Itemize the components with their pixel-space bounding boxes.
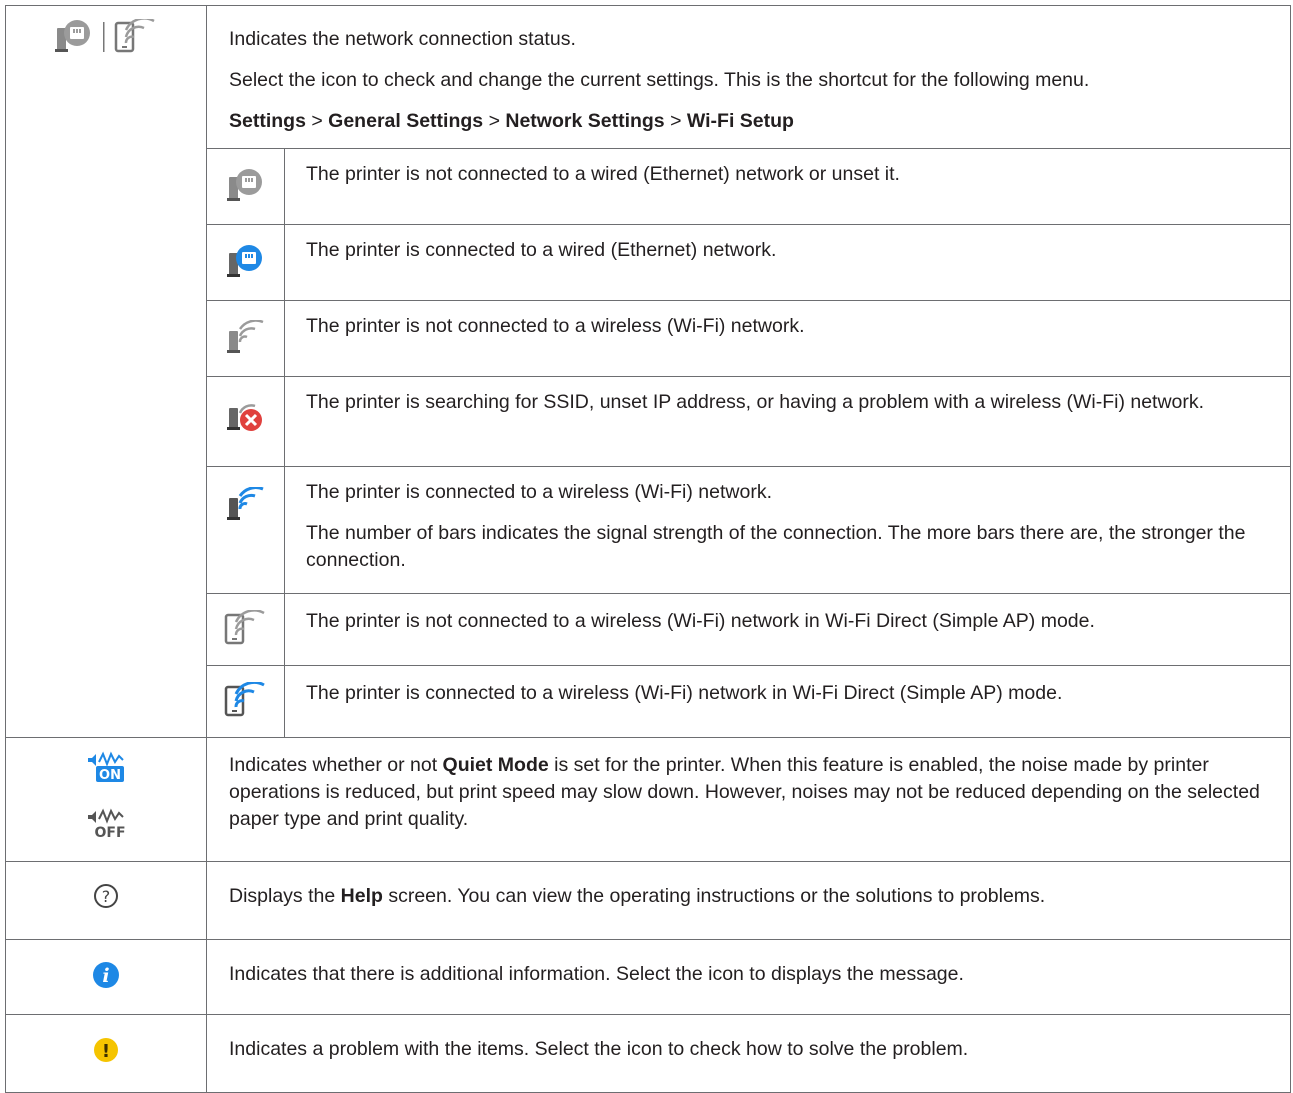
ethernet-connected-icon	[226, 245, 262, 277]
help-text: Displays the Help screen. You can view t…	[229, 884, 1046, 907]
help-term: Help	[340, 884, 383, 907]
signal-strength-note: The number of bars indicates the signal …	[306, 522, 1246, 571]
menu-path-wifi-setup: Wi-Fi Setup	[686, 110, 794, 132]
quiet-mode-row: ON OFF Indicates whether or not Quiet Mo…	[5, 736, 1291, 862]
wifi-direct-disconnected-icon	[224, 609, 265, 645]
network-state-text: The printer is not connected to a wirele…	[306, 610, 1095, 632]
network-state-text: The printer is connected to a wireless (…	[306, 682, 1063, 704]
warning-glyph: !	[102, 1041, 110, 1062]
icon-reference-table: Indicates the network connection status.…	[5, 5, 1291, 1093]
network-state-row: The printer is connected to a wireless (…	[207, 665, 1290, 737]
network-states-table: The printer is not connected to a wired …	[207, 148, 1290, 737]
network-icon-cell	[5, 5, 207, 738]
info-description-cell: Indicates that there is additional infor…	[206, 938, 1291, 1015]
help-description-cell: Displays the Help screen. You can view t…	[206, 860, 1291, 940]
quiet-mode-description-cell: Indicates whether or not Quiet Mode is s…	[206, 736, 1291, 862]
network-state-text: The printer is not connected to a wirele…	[306, 315, 805, 337]
wifi-direct-connected-icon	[224, 680, 265, 717]
quiet-on-label: ON	[99, 768, 121, 783]
warning-text: Indicates a problem with the items. Sele…	[229, 1037, 969, 1060]
network-state-row: The printer is connected to a wired (Eth…	[207, 224, 1290, 301]
quiet-mode-icon-cell: ON OFF	[5, 736, 207, 862]
help-icon: ?	[94, 883, 118, 908]
quiet-mode-on-icon: ON	[88, 751, 124, 783]
info-text: Indicates that there is additional infor…	[229, 962, 964, 985]
wifi-error-icon	[226, 404, 262, 431]
menu-path-general-settings: General Settings	[328, 110, 484, 132]
network-state-text: The printer is connected to a wireless (…	[306, 481, 772, 503]
quiet-mode-off-icon: OFF	[88, 808, 126, 841]
warning-icon: !	[94, 1037, 118, 1062]
network-state-text: The printer is connected to a wired (Eth…	[306, 239, 777, 261]
help-row: ? Displays the Help screen. You can view…	[5, 860, 1291, 940]
network-state-row: The printer is searching for SSID, unset…	[207, 376, 1290, 467]
ethernet-disconnected-icon	[55, 20, 90, 52]
help-icon-cell: ?	[5, 860, 207, 940]
network-state-row: The printer is not connected to a wirele…	[207, 593, 1290, 666]
wifi-connected-icon	[226, 486, 264, 520]
wifi-direct-disconnected-icon	[114, 19, 155, 53]
info-glyph: i	[102, 965, 109, 987]
menu-path-network-settings: Network Settings	[505, 110, 665, 132]
quiet-mode-term: Quiet Mode	[442, 753, 549, 776]
network-state-row: The printer is not connected to a wirele…	[207, 300, 1290, 377]
info-icon: i	[93, 961, 119, 988]
network-menu-path: Settings > General Settings > Network Se…	[229, 110, 794, 132]
ethernet-disconnected-icon	[226, 169, 262, 201]
menu-path-settings: Settings	[229, 110, 306, 132]
separator-icon	[103, 22, 105, 52]
wifi-disconnected-icon	[226, 319, 263, 353]
info-row: i Indicates that there is additional inf…	[5, 938, 1291, 1015]
network-shortcut-line: Select the icon to check and change the …	[229, 69, 1090, 91]
info-icon-cell: i	[5, 938, 207, 1015]
network-state-row: The printer is not connected to a wired …	[207, 148, 1290, 225]
quiet-mode-text: Indicates whether or not Quiet Mode is s…	[229, 753, 1260, 830]
warning-icon-cell: !	[5, 1013, 207, 1093]
network-state-row: The printer is connected to a wireless (…	[207, 466, 1290, 594]
warning-row: ! Indicates a problem with the items. Se…	[5, 1013, 1291, 1093]
network-description-cell: Indicates the network connection status.…	[206, 5, 1291, 738]
quiet-off-label: OFF	[94, 825, 125, 840]
warning-description-cell: Indicates a problem with the items. Sele…	[206, 1013, 1291, 1093]
network-status-line: Indicates the network connection status.	[229, 28, 576, 50]
network-state-text: The printer is not connected to a wired …	[306, 163, 900, 185]
network-status-row: Indicates the network connection status.…	[5, 5, 1291, 738]
help-glyph: ?	[102, 887, 111, 906]
network-state-text: The printer is searching for SSID, unset…	[306, 391, 1205, 413]
